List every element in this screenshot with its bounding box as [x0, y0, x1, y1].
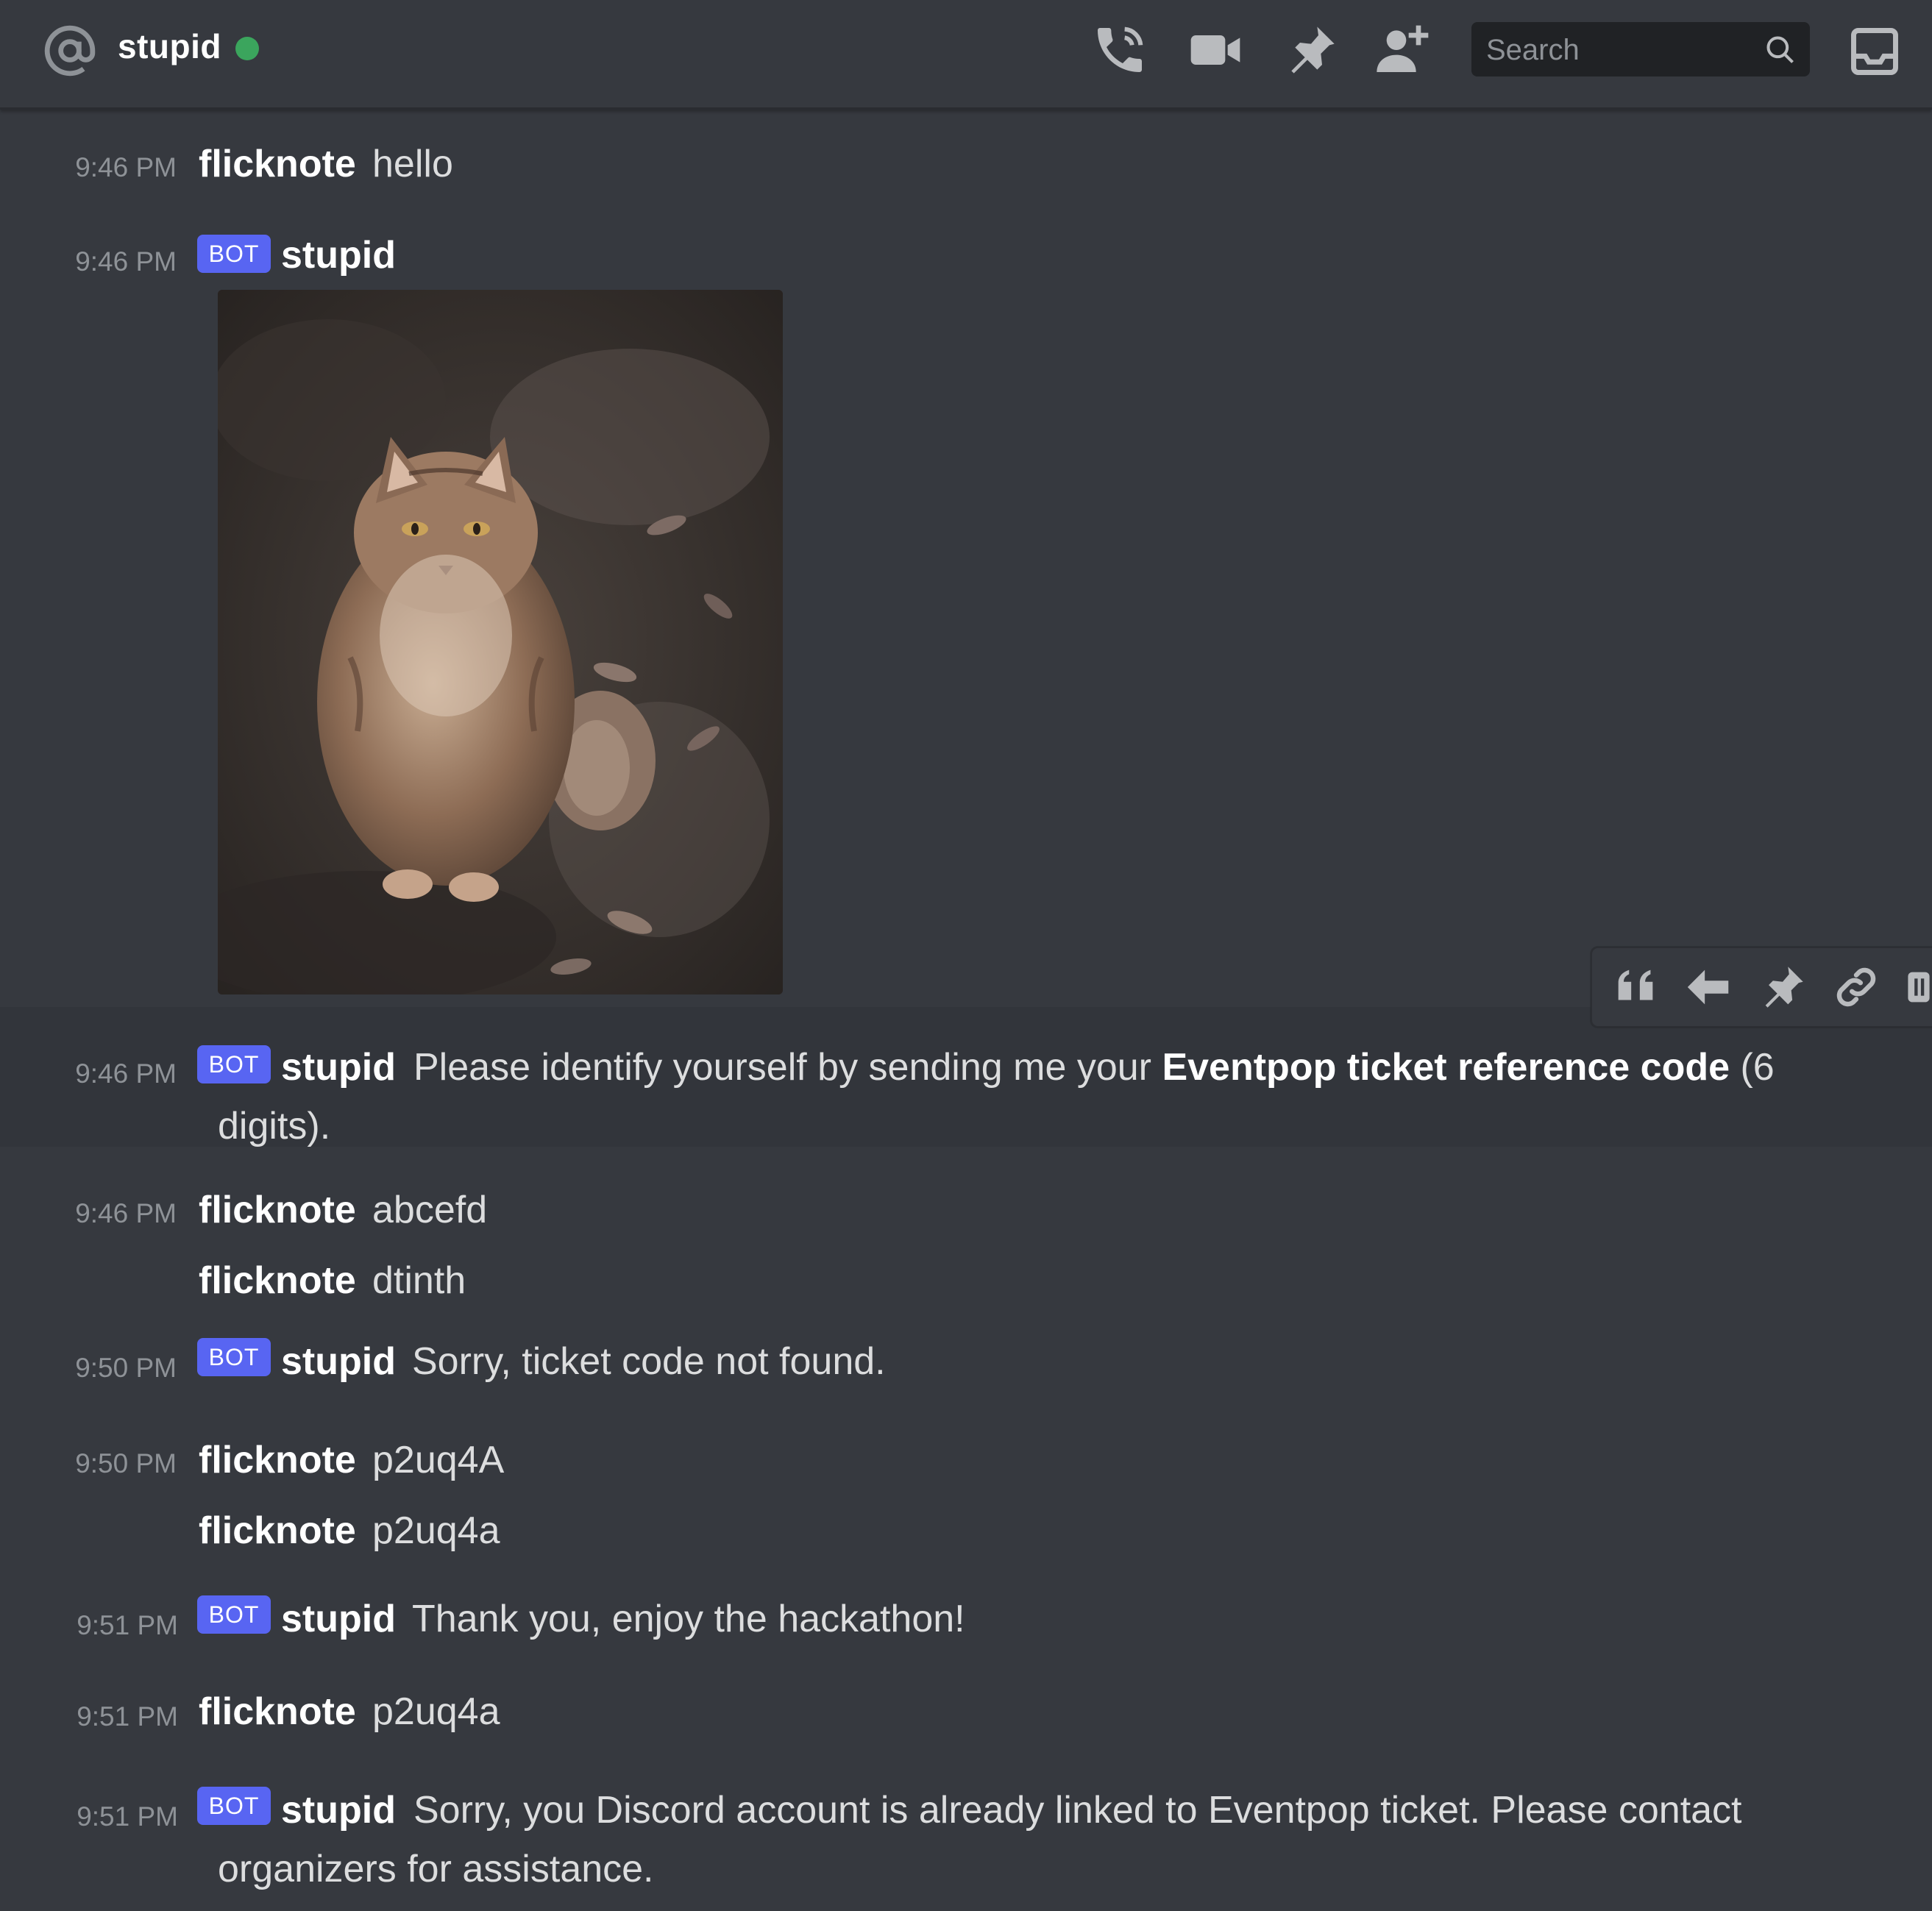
bot-tag: BOT	[197, 1338, 271, 1376]
message: 9:46 PM flicknote abcefd	[0, 1147, 1932, 1231]
online-status-indicator	[235, 37, 259, 60]
message-author[interactable]: flicknote	[199, 1188, 356, 1232]
message: 9:51 PM BOT stupid Thank you, enjoy the …	[0, 1573, 1932, 1662]
message-author[interactable]: flicknote	[199, 1509, 356, 1553]
message-timestamp: 9:46 PM	[75, 1058, 177, 1089]
more-icon[interactable]	[1904, 961, 1932, 1013]
message-timestamp: 9:50 PM	[75, 1448, 177, 1478]
search-icon[interactable]	[1764, 34, 1797, 66]
cat-photo-attachment[interactable]	[218, 290, 783, 994]
phone-call-icon[interactable]	[1090, 21, 1149, 79]
bot-tag: BOT	[197, 235, 271, 273]
message-timestamp: 9:46 PM	[75, 1198, 177, 1228]
message-hover-toolbar	[1591, 947, 1932, 1028]
message-author[interactable]: flicknote	[199, 1690, 356, 1734]
search-box[interactable]	[1471, 22, 1810, 78]
message-timestamp: 9:46 PM	[75, 246, 177, 277]
message-content: Please identify yourself by sending me y…	[218, 1038, 1858, 1156]
message: 9:51 PM BOT stupid Sorry, you Discord ac…	[0, 1757, 1932, 1911]
copy-link-icon[interactable]	[1830, 961, 1882, 1013]
message: flicknote p2uq4a	[0, 1485, 1932, 1556]
message-content: p2uq4a	[372, 1509, 500, 1552]
message-author[interactable]: flicknote	[199, 1438, 356, 1482]
message: 9:46 PM BOT stupid Please identify yours…	[0, 1007, 1932, 1147]
message-author[interactable]: stupid	[281, 1339, 396, 1384]
pin-icon[interactable]	[1282, 21, 1340, 79]
message-list: 9:46 PM flicknote hello 9:46 PM BOT stup…	[0, 110, 1932, 1911]
message-content: Sorry, you Discord account is already li…	[218, 1789, 1742, 1890]
quote-icon[interactable]	[1610, 961, 1661, 1013]
message-text: Please identify yourself by sending me y…	[413, 1046, 1162, 1089]
message: 9:46 PM flicknote hello	[0, 110, 1932, 198]
message: flicknote dtinth	[0, 1228, 1932, 1302]
inbox-icon[interactable]	[1847, 24, 1903, 79]
message-timestamp: 9:51 PM	[77, 1801, 178, 1832]
message-author[interactable]: flicknote	[199, 142, 356, 186]
message-timestamp: 9:51 PM	[77, 1701, 178, 1732]
message: 9:50 PM flicknote p2uq4A	[0, 1412, 1932, 1485]
message-content: p2uq4A	[372, 1439, 505, 1481]
channel-title: stupid	[118, 27, 221, 65]
message-author[interactable]: stupid	[281, 1597, 396, 1641]
message-content: hello	[372, 143, 453, 185]
video-camera-icon[interactable]	[1186, 21, 1245, 79]
message-content: Thank you, enjoy the hackathon!	[412, 1598, 965, 1640]
message-author[interactable]: stupid	[281, 233, 396, 277]
channel-header: stupid	[0, 0, 1932, 110]
message-content: p2uq4a	[372, 1690, 500, 1733]
message-content: Sorry, ticket code not found.	[412, 1340, 886, 1383]
message-timestamp: 9:51 PM	[77, 1610, 178, 1640]
message-content: dtinth	[372, 1259, 466, 1302]
at-icon	[44, 25, 96, 76]
add-friend-icon[interactable]	[1374, 21, 1433, 79]
message-bold-text: Eventpop ticket reference code	[1162, 1046, 1730, 1089]
message-timestamp: 9:46 PM	[75, 152, 177, 182]
bot-tag: BOT	[197, 1595, 271, 1634]
message: 9:51 PM flicknote p2uq4a	[0, 1665, 1932, 1745]
message-author[interactable]: flicknote	[199, 1259, 356, 1303]
message-timestamp: 9:50 PM	[75, 1353, 177, 1383]
pin-icon[interactable]	[1757, 961, 1808, 1013]
message: 9:50 PM BOT stupid Sorry, ticket code no…	[0, 1316, 1932, 1404]
reply-icon[interactable]	[1683, 961, 1735, 1013]
search-input[interactable]	[1485, 22, 1752, 78]
